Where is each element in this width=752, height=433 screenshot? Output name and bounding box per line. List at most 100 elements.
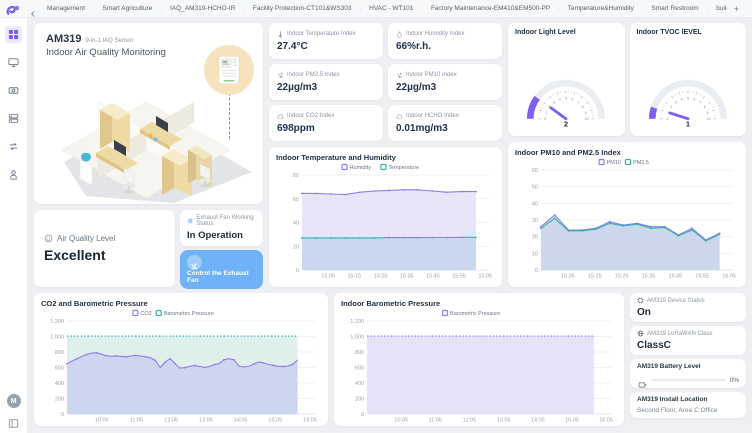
svg-text:15:55: 15:55 [695,274,709,280]
svg-text:15:05: 15:05 [321,274,335,280]
svg-text:4: 4 [559,98,561,102]
sidebar-item-user[interactable] [5,166,22,183]
svg-text:13:05: 13:05 [199,418,213,424]
smiley-icon [44,234,53,243]
svg-text:15:45: 15:45 [669,274,683,280]
svg-text:6: 6 [693,98,695,102]
tab-factory-maintenance-em410-em500-pp[interactable]: Factory Maintenance-EM410&EM500-PP [423,0,558,17]
lorawan-class-value: ClassC [637,340,739,351]
svg-text:60: 60 [532,168,538,174]
svg-text:Barometric Pressure: Barometric Pressure [450,311,500,317]
svg-text:15:35: 15:35 [642,274,656,280]
metric-tile-5: Indoor HCHO Index0.01mg/m3 [388,105,502,141]
svg-text:13:05: 13:05 [497,418,511,424]
svg-text:0: 0 [545,117,547,121]
svg-text:20: 20 [532,235,538,241]
barometric-pressure-chart-card: Indoor Barometric Pressure 0200400600800… [334,293,624,426]
sensor-model-note: 9-in-1 IAQ Sensor [85,38,133,44]
chevron-left-icon[interactable] [29,5,37,13]
tab-hvac-wt101[interactable]: HVAC - WT101 [361,0,421,17]
dashboard-canvas: AM319 9-in-1 IAQ Sensor Indoor Air Quali… [28,18,752,433]
svg-text:15:05: 15:05 [268,418,282,424]
metric-label: Indoor HCHO Index [406,113,459,119]
svg-text:12:05: 12:05 [164,418,178,424]
sensor-device-badge [204,45,254,95]
gauge-title: Indoor TVOC lEVEL [637,29,740,36]
barometric-pressure-chart: 02004006008001,0001,20010:0511:0512:0513… [341,308,617,424]
svg-text:1: 1 [686,119,690,128]
metric-label: Indoor Humidity Index [406,31,464,37]
install-location-value: Second Floor, Area C Office [637,407,739,414]
temp-humidity-chart: 02040608015:0515:1515:2515:3515:4515:551… [276,162,495,280]
sensor-hero-card: AM319 9-in-1 IAQ Sensor Indoor Air Quali… [34,23,263,204]
svg-text:16:05: 16:05 [303,418,317,424]
device-status-label: AM319 Device Status [647,298,705,304]
svg-text:Temperature: Temperature [388,165,419,171]
svg-text:800: 800 [355,350,364,356]
svg-text:Humidity: Humidity [350,165,372,171]
battery-level-label: AM319 Battery Level [637,363,739,370]
pm-icon [396,72,403,79]
svg-text:14:05: 14:05 [234,418,248,424]
svg-text:9: 9 [585,111,587,115]
metric-value: 66%r.h. [396,41,494,52]
svg-text:16:05: 16:05 [478,274,492,280]
battery-percent: 0% [730,377,739,384]
svg-text:0: 0 [61,412,64,418]
svg-text:15:35: 15:35 [400,274,414,280]
svg-text:4: 4 [680,98,682,102]
lorawan-class-card: AM319 LoRaWAN Class ClassC [630,326,746,355]
gear-icon [187,217,193,225]
sidebar-item-gateway[interactable] [5,82,22,99]
svg-text:30: 30 [532,218,538,224]
tab-iaq-am319-hcho-ir[interactable]: IAQ_AM319-HCHO-IR [162,0,243,17]
add-tab-button[interactable]: + [727,4,746,14]
sidebar-collapse-icon[interactable] [8,416,19,427]
tab-temperature-humidity[interactable]: Temperature&Humidity [560,0,642,17]
control-exhaust-fan-label: Control the Exhaust Fan [187,270,256,284]
svg-text:PM10: PM10 [607,160,621,166]
tvoc-level-gauge: 0123456789101 [637,36,740,130]
tab-smart-restroom[interactable]: Smart Restroom [643,0,706,17]
install-location-card: AM319 Install Location Second Floor, Are… [630,392,746,418]
svg-text:7: 7 [577,100,579,104]
svg-text:0: 0 [296,268,299,274]
sensor-model: AM319 [46,33,81,45]
svg-text:15:15: 15:15 [588,274,602,280]
svg-text:6: 6 [572,98,574,102]
tab-smart-agriculture[interactable]: Smart Agriculture [95,0,161,17]
metric-label: Indoor PM10 Index [406,72,457,78]
control-exhaust-fan-button[interactable]: Control the Exhaust Fan [180,250,263,289]
svg-text:15:15: 15:15 [347,274,361,280]
pm-chart: 010203040506015:0515:1515:2515:3515:4515… [515,157,739,280]
svg-text:15:45: 15:45 [426,274,440,280]
svg-text:600: 600 [55,366,64,372]
sidebar: M [0,18,28,433]
avatar[interactable]: M [7,394,21,408]
tab-building[interactable]: building [708,0,726,17]
light-level-gauge: 0123456789102 [515,36,618,130]
cloud-icon [396,113,403,120]
chart-title: Indoor PM10 and PM2.5 Index [515,148,739,157]
tvoc-level-gauge-card: Indoor TVOC lEVEL 0123456789101 [630,23,747,136]
svg-text:1,200: 1,200 [350,319,364,325]
metric-tiles: Indoor Temperature Index27.4°CIndoor Hum… [269,23,502,141]
svg-text:10:05: 10:05 [95,418,109,424]
battery-level-card: AM319 Battery Level 0% [630,359,746,388]
dashboard-tabs: Management|Smart Agriculture|IAQ_AM319-H… [39,0,727,17]
chart-title: CO2 and Barometric Pressure [41,299,321,308]
tab-facility-protection-ct101-ws303[interactable]: Facility Protection-CT101&WS303 [245,0,360,17]
sidebar-item-dashboard[interactable] [5,26,22,43]
svg-text:CO2: CO2 [140,311,151,317]
sidebar-item-server[interactable] [5,110,22,127]
svg-text:10: 10 [585,117,589,121]
svg-text:200: 200 [355,397,364,403]
tab-management[interactable]: Management [39,0,93,17]
metric-value: 22µg/m3 [277,82,375,93]
battery-level-slider[interactable] [652,379,726,381]
sidebar-item-workflow[interactable] [5,138,22,155]
chip-icon [637,297,644,304]
sensor-device-image [218,55,240,85]
chart-title: Indoor Temperature and Humidity [276,153,495,162]
sidebar-item-devices[interactable] [5,54,22,71]
